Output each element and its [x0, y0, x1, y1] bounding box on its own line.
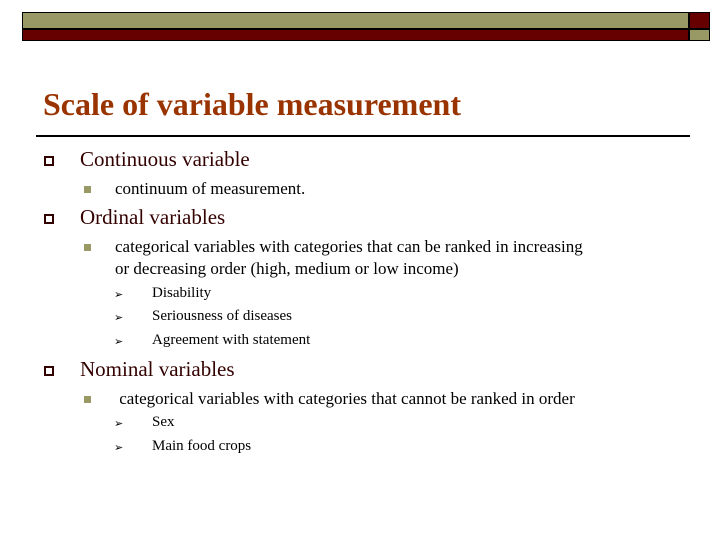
bullet-continuous-variable: Continuous variable — [80, 147, 250, 171]
square-bullet-icon — [84, 396, 91, 403]
list-item-disability: Disability — [152, 285, 212, 301]
header-olive-band — [23, 13, 688, 28]
sub-bullet-ordinal-line1: categorical variables with categories th… — [115, 237, 583, 256]
sub-bullet-nominal: categorical variables with categories th… — [115, 389, 575, 408]
sub-bullet-continuum: continuum of measurement. — [115, 179, 306, 198]
header-olive-square — [690, 30, 709, 40]
square-bullet-icon — [84, 186, 91, 193]
arrow-bullet-icon: ➢ — [114, 418, 124, 430]
hollow-square-bullet-icon — [44, 214, 54, 224]
arrow-bullet-icon: ➢ — [114, 336, 124, 348]
square-bullet-icon — [84, 244, 91, 251]
bullet-nominal-variables: Nominal variables — [80, 357, 235, 381]
arrow-bullet-icon: ➢ — [114, 442, 124, 454]
list-item-main-food-crops: Main food crops — [152, 438, 252, 454]
header-decoration-bar — [22, 12, 710, 41]
slide-title: Scale of variable measurement — [43, 86, 461, 122]
sub-bullet-ordinal-line2: or decreasing order (high, medium or low… — [115, 259, 459, 278]
hollow-square-bullet-icon — [44, 156, 54, 166]
title-divider — [36, 135, 690, 137]
hollow-square-bullet-icon — [44, 366, 54, 376]
header-red-square — [690, 13, 709, 28]
arrow-bullet-icon: ➢ — [114, 289, 124, 301]
arrow-bullet-icon: ➢ — [114, 312, 124, 324]
list-item-sex: Sex — [152, 414, 175, 430]
bullet-ordinal-variables: Ordinal variables — [80, 205, 226, 229]
list-item-seriousness: Seriousness of diseases — [152, 308, 292, 324]
list-item-agreement: Agreement with statement — [152, 332, 311, 348]
header-red-band — [23, 30, 688, 40]
